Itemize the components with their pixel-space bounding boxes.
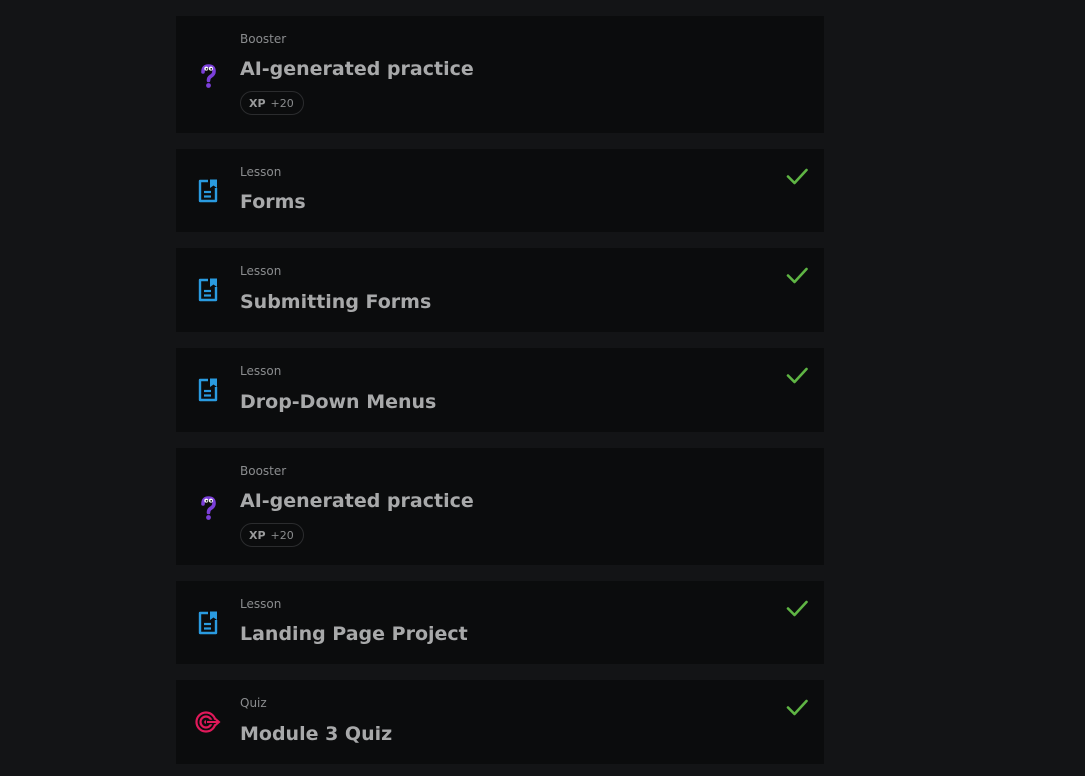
completed-check-icon [786, 364, 808, 386]
xp-badge-label: XP [249, 528, 266, 542]
list-item-booster[interactable]: Booster AI-generated practice XP +20 [176, 16, 824, 133]
quiz-target-icon [194, 708, 222, 736]
item-type-label: Lesson [240, 597, 282, 611]
list-item-lesson[interactable]: Lesson Drop-Down Menus [176, 348, 824, 432]
list-item-lesson[interactable]: Lesson Submitting Forms [176, 248, 824, 332]
item-type-label: Quiz [240, 696, 267, 710]
item-type-label: Booster [240, 32, 287, 46]
item-type-label: Lesson [240, 364, 282, 378]
list-item-quiz[interactable]: Quiz Module 3 Quiz [176, 680, 824, 764]
completed-check-icon [786, 264, 808, 286]
item-title: Drop-Down Menus [240, 391, 437, 413]
item-title: Landing Page Project [240, 623, 468, 645]
lesson-document-icon [194, 609, 222, 637]
list-item-booster[interactable]: Booster AI-generated practice XP +20 [176, 448, 824, 565]
item-title: AI-generated practice [240, 58, 474, 80]
booster-question-icon [194, 494, 222, 522]
completed-check-icon [786, 165, 808, 187]
item-type-label: Lesson [240, 165, 282, 179]
lesson-document-icon [194, 177, 222, 205]
item-title: Module 3 Quiz [240, 723, 393, 745]
xp-badge-value: +20 [270, 96, 294, 110]
completed-check-icon [786, 597, 808, 619]
lesson-document-icon [194, 276, 222, 304]
xp-badge: XP +20 [240, 91, 304, 115]
booster-question-icon [194, 62, 222, 90]
xp-badge-label: XP [249, 96, 266, 110]
item-title: Forms [240, 191, 306, 213]
item-title: AI-generated practice [240, 490, 474, 512]
lesson-document-icon [194, 376, 222, 404]
item-type-label: Lesson [240, 264, 282, 278]
xp-badge-value: +20 [270, 528, 294, 542]
list-item-lesson[interactable]: Lesson Landing Page Project [176, 581, 824, 664]
completed-check-icon [786, 696, 808, 718]
item-title: Submitting Forms [240, 291, 432, 313]
item-type-label: Booster [240, 464, 287, 478]
xp-badge: XP +20 [240, 523, 304, 547]
list-item-lesson[interactable]: Lesson Forms [176, 149, 824, 232]
